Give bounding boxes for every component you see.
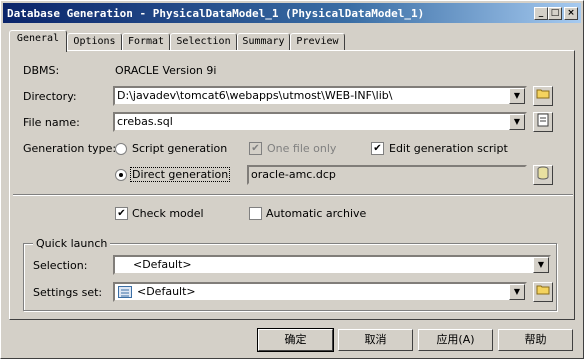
directory-dropdown-button[interactable]: ▼ (509, 88, 525, 104)
settings-set-value: <Default> (137, 285, 196, 298)
edit-generation-script-checkbox[interactable]: ✔ (371, 142, 384, 155)
title-bar[interactable]: Database Generation - PhysicalDataModel_… (3, 3, 581, 23)
separator (13, 194, 573, 196)
script-generation-label[interactable]: Script generation (132, 142, 227, 155)
selection-value: <Default> (133, 258, 192, 271)
ok-button[interactable]: 确定 (257, 328, 334, 352)
automatic-archive-label[interactable]: Automatic archive (266, 207, 366, 220)
direct-generation-label[interactable]: Direct generation (130, 167, 231, 182)
chevron-down-icon: ▼ (513, 91, 521, 100)
tab-preview[interactable]: Preview (290, 33, 345, 50)
connection-profile-value: oracle-amc.dcp (251, 168, 336, 181)
one-file-only-label[interactable]: One file only (267, 142, 336, 155)
settings-set-browse-button[interactable] (533, 282, 553, 302)
chevron-down-icon: ▼ (513, 287, 521, 296)
filename-value: crebas.sql (117, 115, 173, 128)
quick-launch-legend: Quick launch (33, 237, 111, 250)
selection-dropdown-button[interactable]: ▼ (533, 257, 549, 273)
one-file-only-checkbox[interactable]: ✔ (249, 142, 262, 155)
selection-label: Selection: (33, 259, 88, 272)
filename-dropdown-button[interactable]: ▼ (509, 114, 525, 130)
settings-set-label: Settings set: (33, 286, 103, 299)
minimize-button[interactable]: _ (534, 7, 548, 20)
tab-format[interactable]: Format (122, 33, 170, 50)
apply-button[interactable]: 应用(A) (418, 329, 493, 351)
edit-generation-script-label[interactable]: Edit generation script (389, 142, 508, 155)
connection-profile-button[interactable] (533, 165, 553, 185)
cancel-button[interactable]: 取消 (338, 329, 413, 351)
tab-options[interactable]: Options (67, 33, 122, 50)
dialog-window: Database Generation - PhysicalDataModel_… (0, 0, 584, 359)
close-button[interactable]: × (564, 7, 578, 20)
check-model-checkbox[interactable]: ✔ (115, 207, 128, 220)
directory-label: Directory: (23, 90, 77, 103)
help-button[interactable]: 帮助 (498, 329, 573, 351)
folder-icon (536, 89, 550, 99)
automatic-archive-checkbox[interactable] (249, 207, 262, 220)
tab-selection[interactable]: Selection (170, 33, 237, 50)
check-model-label[interactable]: Check model (132, 207, 204, 220)
file-properties-button[interactable] (533, 112, 553, 132)
directory-value: D:\javadev\tomcat6\webapps\utmost\WEB-IN… (117, 89, 393, 102)
direct-generation-radio[interactable] (115, 169, 127, 181)
maximize-button[interactable]: □ (548, 7, 562, 20)
chevron-down-icon: ▼ (537, 260, 545, 269)
filename-label: File name: (23, 116, 80, 129)
window-title: Database Generation - PhysicalDataModel_… (7, 7, 425, 20)
connection-profile-field[interactable]: oracle-amc.dcp (247, 165, 527, 185)
chevron-down-icon: ▼ (513, 117, 521, 126)
folder-icon (536, 285, 550, 295)
tab-summary[interactable]: Summary (237, 33, 290, 50)
properties-icon (537, 113, 549, 127)
filename-combobox[interactable]: crebas.sql ▼ (113, 112, 527, 132)
dbms-value: ORACLE Version 9i (115, 64, 217, 77)
settings-set-combobox[interactable]: <Default> ▼ (113, 282, 527, 302)
list-icon (118, 286, 132, 298)
dbms-label: DBMS: (23, 64, 60, 77)
selection-combobox[interactable]: <Default> ▼ (113, 255, 551, 275)
tab-general[interactable]: General (9, 30, 67, 52)
script-generation-radio[interactable] (115, 143, 127, 155)
settings-set-dropdown-button[interactable]: ▼ (509, 284, 525, 300)
connection-icon (537, 166, 549, 180)
browse-directory-button[interactable] (533, 86, 553, 106)
directory-combobox[interactable]: D:\javadev\tomcat6\webapps\utmost\WEB-IN… (113, 86, 527, 106)
generation-type-label: Generation type: (23, 142, 117, 155)
